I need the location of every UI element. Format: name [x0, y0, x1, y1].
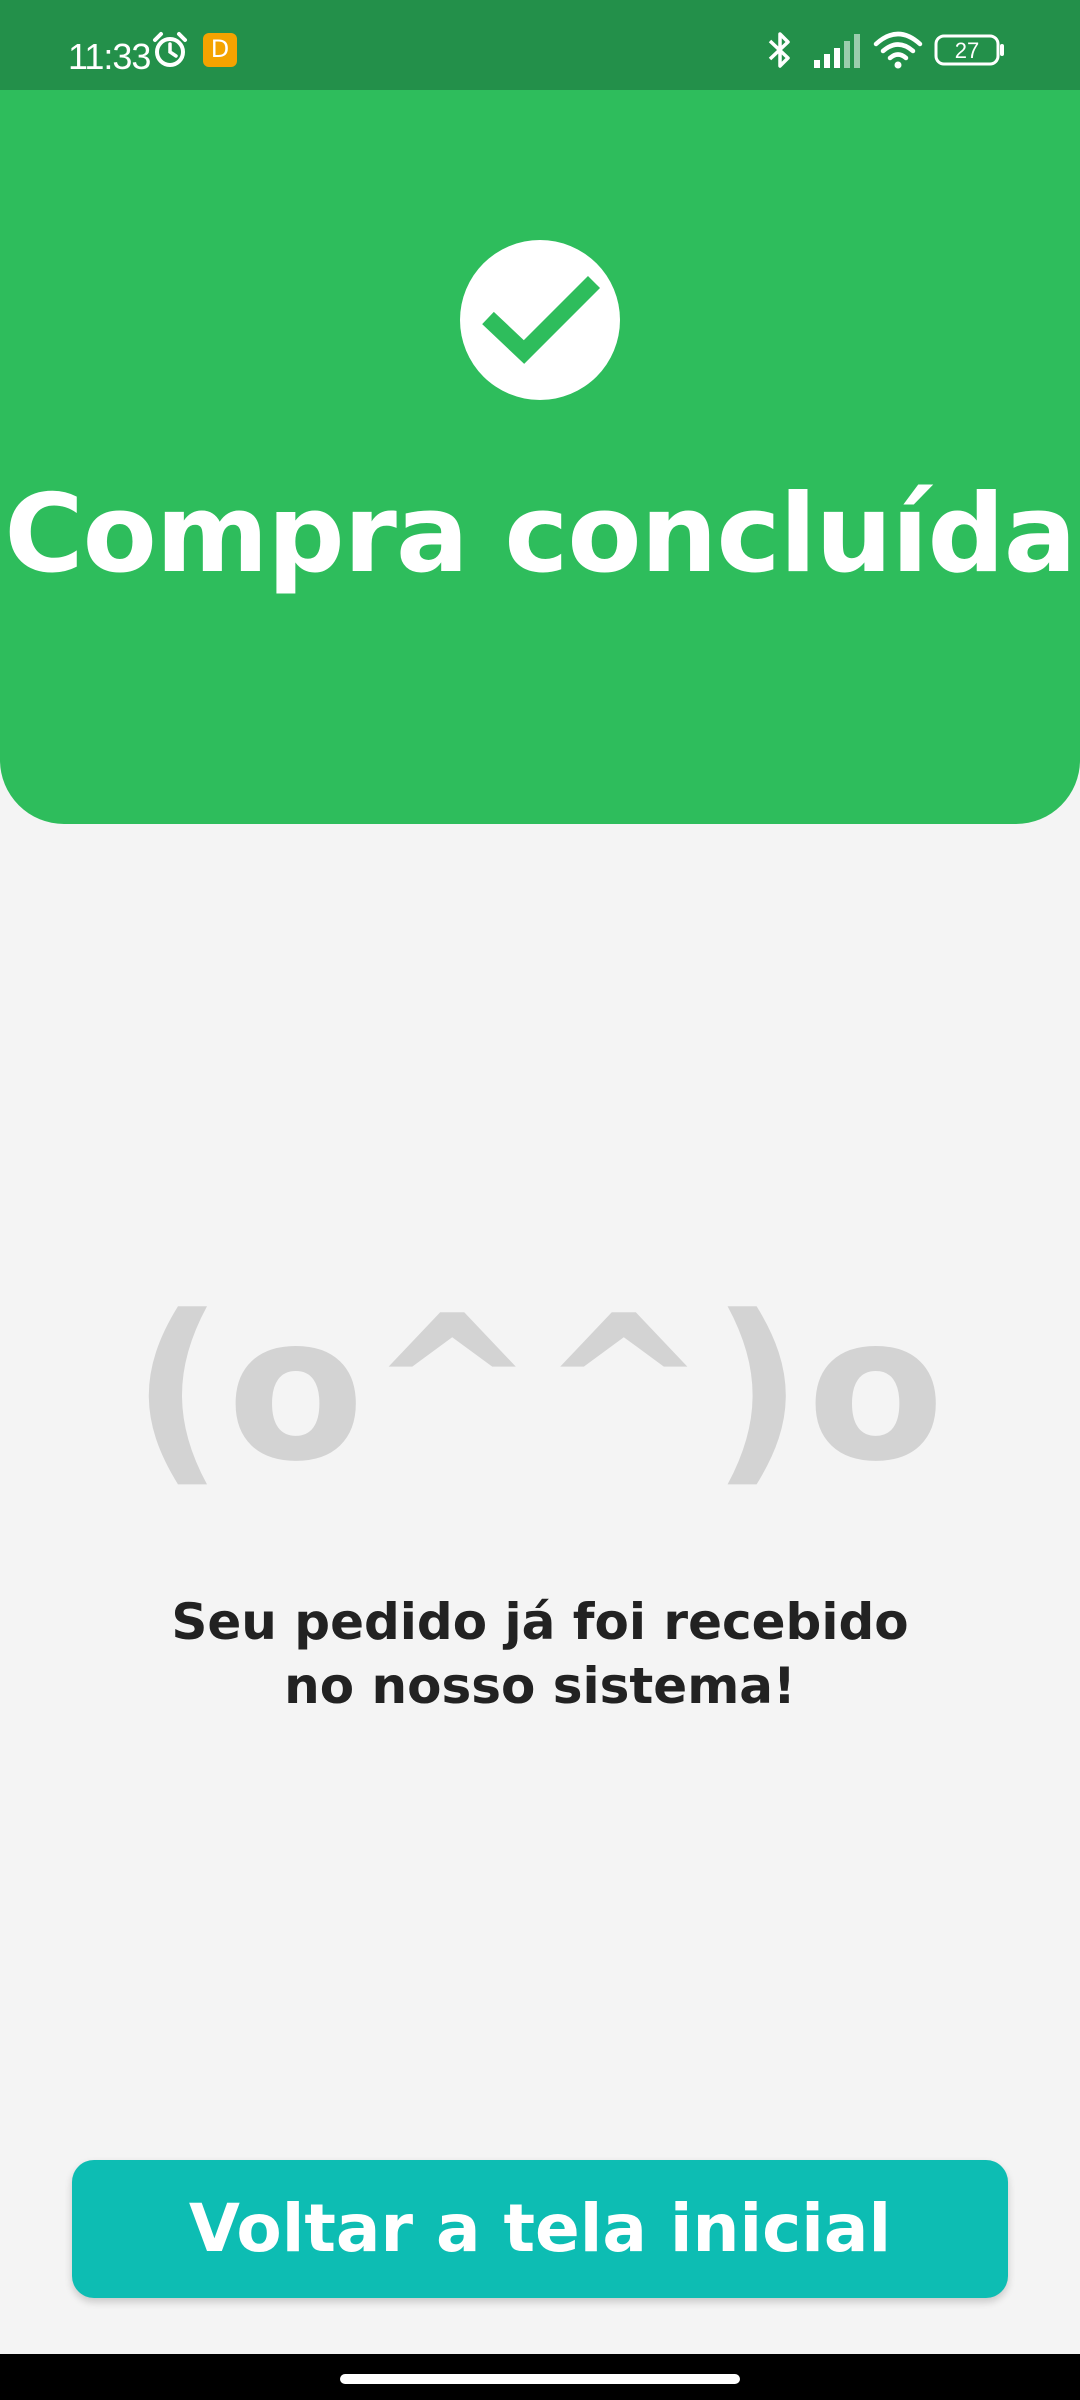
- app-notification-icon: D: [202, 30, 238, 70]
- battery-level: 27: [954, 38, 980, 63]
- app-notification-letter: D: [210, 35, 230, 63]
- wifi-icon: [872, 30, 924, 70]
- status-time: 11:33: [68, 36, 151, 77]
- confirmation-message: Seu pedido já foi recebido no nosso sist…: [140, 1590, 940, 1718]
- signal-icon: [812, 30, 862, 70]
- status-bar: 11:33 D 27: [0, 0, 1080, 90]
- battery-icon: 27: [934, 30, 1006, 70]
- bluetooth-icon: [762, 30, 798, 70]
- back-to-home-button[interactable]: Voltar a tela inicial: [72, 2160, 1008, 2298]
- home-gesture-handle[interactable]: [340, 2374, 740, 2384]
- message-line-2: no nosso sistema!: [284, 1657, 796, 1715]
- navigation-bar: [0, 2354, 1080, 2400]
- alarm-icon: [150, 30, 190, 70]
- happy-emoticon: (o^^)o: [131, 1273, 949, 1506]
- check-icon: [460, 240, 620, 400]
- page-title: Compra concluída: [4, 472, 1076, 597]
- message-line-1: Seu pedido já foi recebido: [171, 1593, 909, 1651]
- success-header: Compra concluída: [0, 90, 1080, 824]
